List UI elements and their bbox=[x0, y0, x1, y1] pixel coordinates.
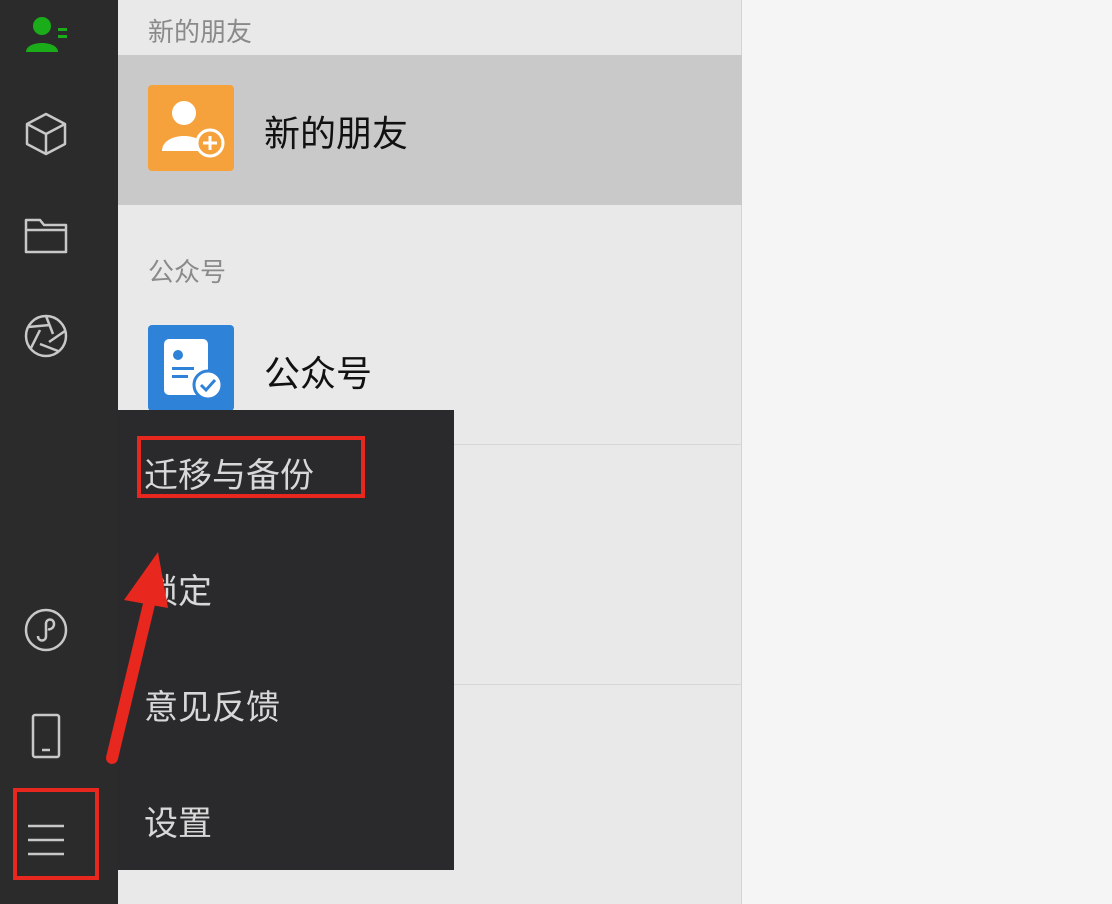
menu-item-lock[interactable]: 锁定 bbox=[144, 564, 212, 613]
menu-item-settings[interactable]: 设置 bbox=[144, 796, 212, 845]
section-header-new-friends: 新的朋友 bbox=[148, 18, 253, 48]
cube-icon[interactable] bbox=[22, 110, 70, 158]
menu-item-feedback[interactable]: 意见反馈 bbox=[144, 680, 280, 729]
contacts-icon[interactable] bbox=[22, 10, 70, 58]
highlight-box-migrate-backup bbox=[137, 436, 365, 498]
folder-icon[interactable] bbox=[22, 210, 70, 258]
official-account-avatar-icon bbox=[148, 325, 234, 411]
list-item-new-friends[interactable]: 新的朋友 bbox=[118, 55, 742, 205]
highlight-box-menu-button bbox=[13, 788, 99, 880]
section-header-official-accounts: 公众号 bbox=[148, 258, 227, 288]
moments-aperture-icon[interactable] bbox=[22, 312, 70, 360]
chat-pane bbox=[743, 0, 1112, 904]
new-friend-avatar-icon bbox=[148, 85, 234, 171]
mini-program-icon[interactable] bbox=[22, 606, 70, 654]
sidebar bbox=[0, 0, 118, 904]
list-item-label: 新的朋友 bbox=[264, 114, 409, 155]
phone-icon[interactable] bbox=[22, 712, 70, 760]
list-item-label: 公众号 bbox=[264, 354, 373, 395]
